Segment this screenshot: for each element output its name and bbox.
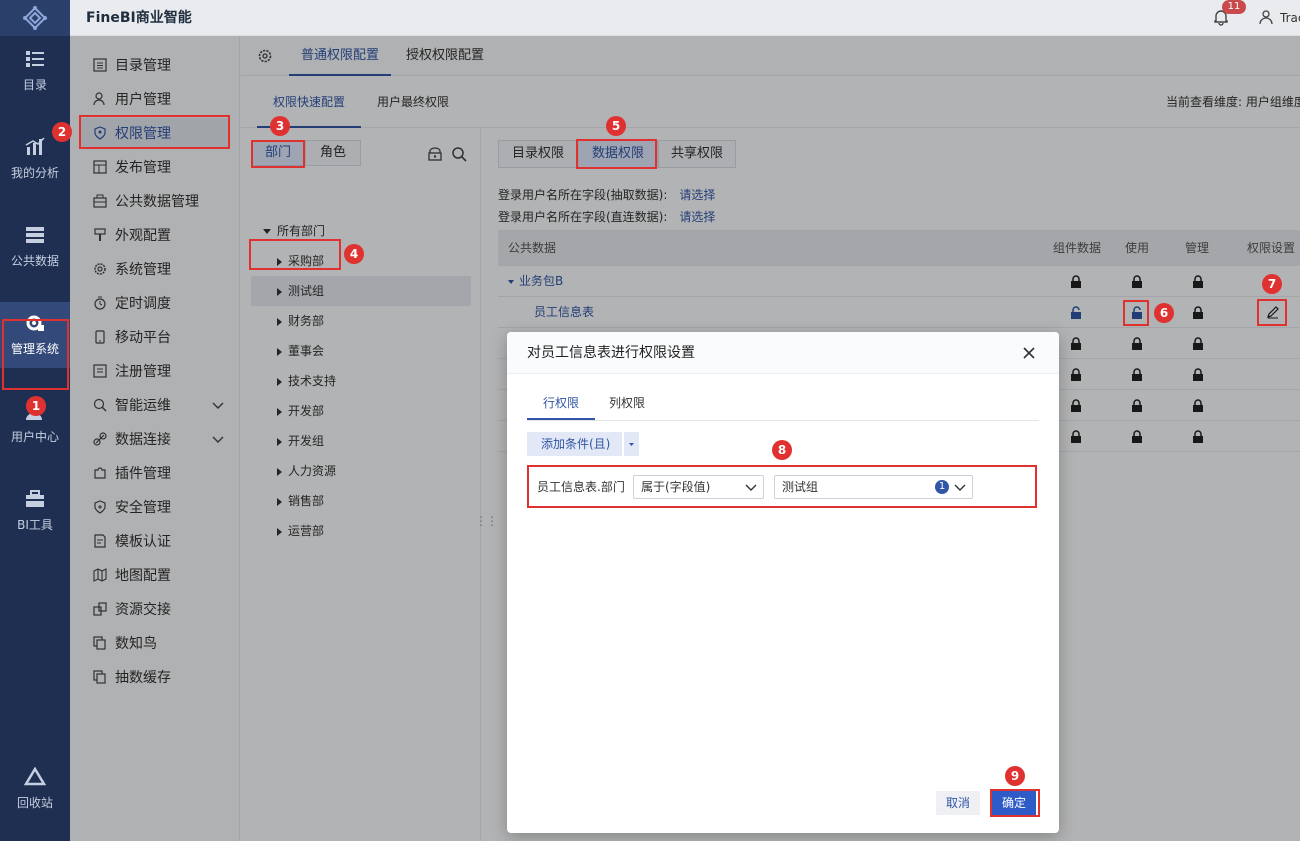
highlight-box [990,789,1040,817]
recycle-icon [24,767,46,786]
step-marker: 6 [1154,303,1174,323]
cancel-button[interactable]: 取消 [936,791,980,815]
nav-label: 回收站 [16,796,53,810]
caret-down-icon [629,443,634,446]
highlight-box [576,139,657,169]
analysis-icon [25,137,45,155]
highlight-box [249,239,341,270]
add-condition-button[interactable]: 添加条件(且) [527,432,622,456]
step-marker: 9 [1005,766,1025,786]
nav-label: 公共数据 [10,254,59,268]
highlight-box [1123,300,1149,326]
step-marker: 7 [1262,274,1282,294]
step-marker: 2 [52,122,72,142]
step-marker: 3 [270,116,290,136]
nav-label: 目录 [22,78,47,92]
dialog-title: 对员工信息表进行权限设置 [527,345,695,361]
highlight-box [527,465,1037,508]
tab-column-permission[interactable]: 列权限 [609,390,645,420]
tab-row-permission[interactable]: 行权限 [527,390,595,420]
app-logo[interactable] [0,0,70,36]
catalog-icon [26,51,44,67]
highlight-box [251,140,305,168]
user-name[interactable]: Trac [1280,0,1300,36]
notification-badge: 11 [1222,0,1246,14]
nav-public-data[interactable]: 公共数据 [0,214,70,280]
permission-dialog: 对员工信息表进行权限设置 行权限 列权限 添加条件(且) 员工信息表.部门 属于… [507,332,1059,833]
nav-bi-tools[interactable]: BI工具 [0,478,70,544]
step-marker: 5 [606,116,626,136]
nav-label: 用户中心 [10,430,59,444]
highlight-box [2,319,69,390]
top-bar: FineBI商业智能 11 Trac [0,0,1300,36]
tab-divider [527,420,1039,421]
highlight-box [79,115,230,149]
nav-catalog[interactable]: 目录 [0,38,70,104]
close-icon[interactable] [1022,346,1036,360]
step-marker: 4 [344,244,364,264]
public-data-icon [26,227,44,243]
nav-label: 我的分析 [10,166,59,180]
add-condition-dropdown[interactable] [624,432,639,456]
step-marker: 8 [772,440,792,460]
nav-label: BI工具 [17,518,53,532]
user-icon[interactable] [1258,9,1274,25]
toolbox-icon [26,490,44,507]
app-title: FineBI商业智能 [86,10,192,26]
dialog-header: 对员工信息表进行权限设置 [507,332,1059,374]
nav-recycle[interactable]: 回收站 [0,756,70,822]
logo-icon [23,6,47,30]
main-nav: 目录 我的分析 公共数据 管理系统 用户中心 BI工具 回收站 [0,36,70,841]
highlight-box [1257,299,1287,326]
step-marker: 1 [26,396,46,416]
